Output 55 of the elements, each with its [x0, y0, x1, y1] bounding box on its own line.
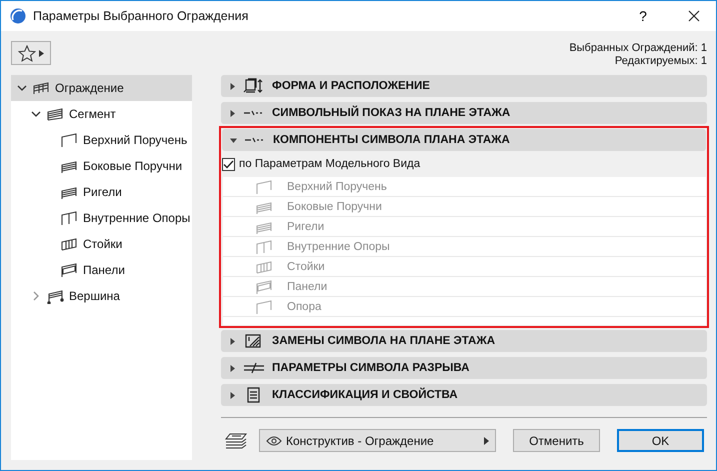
- railing-part-icon: [255, 258, 273, 274]
- railing-part-icon: [60, 132, 78, 148]
- checkbox-label: по Параметрам Модельного Вида: [239, 158, 420, 170]
- expand-arrow-icon[interactable]: [229, 110, 236, 116]
- dialog-button[interactable]: Отменить: [513, 429, 600, 452]
- dialog-button[interactable]: OK: [617, 429, 704, 452]
- railing-part-icon: [255, 278, 273, 294]
- section-header[interactable]: СИМВОЛЬНЫЙ ПОКАЗ НА ПЛАНЕ ЭТАЖА: [221, 102, 707, 124]
- checkbox[interactable]: [222, 158, 235, 170]
- chevron-right-icon[interactable]: [31, 291, 41, 301]
- tree-item[interactable]: Боковые Поручни: [11, 153, 192, 179]
- section-header[interactable]: ФОРМА И РАСПОЛОЖЕНИЕ: [221, 75, 707, 97]
- tree-item[interactable]: Сегмент: [11, 101, 192, 127]
- tree-item[interactable]: Панели: [11, 257, 192, 283]
- expand-arrow-icon[interactable]: [229, 392, 236, 398]
- section-icon: [243, 360, 265, 376]
- chevron-down-icon[interactable]: [17, 83, 27, 93]
- expand-arrow-icon[interactable]: [229, 82, 236, 90]
- railing-part-icon: [255, 178, 273, 194]
- eye-icon: [266, 436, 282, 446]
- railing-part-icon: [60, 236, 78, 252]
- selection-count: Редактируемых: 1: [614, 55, 707, 68]
- close-icon: [688, 10, 700, 22]
- chevron-down-icon[interactable]: [31, 109, 41, 119]
- railing-part-icon: [60, 262, 78, 278]
- section-header[interactable]: ПАРАМЕТРЫ СИМВОЛА РАЗРЫВА: [221, 357, 707, 379]
- section-header[interactable]: КОМПОНЕНТЫ СИМВОЛА ПЛАНА ЭТАЖА: [222, 129, 706, 151]
- caret-icon: [39, 50, 44, 56]
- railing-part-icon: [32, 80, 50, 96]
- window-title: Параметры Выбранного Ограждения: [33, 9, 250, 23]
- section-header[interactable]: ЗАМЕНЫ СИМВОЛА НА ПЛАНЕ ЭТАЖА: [221, 330, 707, 352]
- tree-item[interactable]: Ригели: [11, 179, 192, 205]
- star-icon: [18, 44, 36, 62]
- caret-icon: [484, 436, 489, 444]
- railing-part-icon: [46, 106, 64, 122]
- section-icon: [243, 78, 265, 94]
- tree-item[interactable]: Стойки: [11, 231, 192, 257]
- tree-item[interactable]: Верхний Поручень: [11, 127, 192, 153]
- favorites-button[interactable]: [11, 41, 51, 65]
- railing-part-icon: [46, 288, 64, 304]
- railing-part-icon: [60, 210, 78, 226]
- layers-icon: [224, 432, 248, 450]
- expand-arrow-icon[interactable]: [229, 338, 236, 344]
- collapse-arrow-icon[interactable]: [230, 136, 237, 144]
- selection-count: Выбранных Ограждений: 1: [569, 42, 707, 55]
- tree-item[interactable]: Внутренние Опоры: [11, 205, 192, 231]
- tree-item[interactable]: Ограждение: [11, 75, 192, 101]
- railing-part-icon: [255, 298, 273, 314]
- section-header[interactable]: КЛАССИФИКАЦИЯ И СВОЙСТВА: [221, 384, 707, 406]
- expand-arrow-icon[interactable]: [229, 364, 236, 372]
- app-logo-icon: [10, 8, 26, 24]
- help-button[interactable]: ?: [621, 1, 665, 31]
- tree-item[interactable]: Вершина: [11, 283, 192, 309]
- view-dropdown[interactable]: Конструктив - Ограждение: [259, 429, 496, 452]
- railing-part-icon: [255, 238, 273, 254]
